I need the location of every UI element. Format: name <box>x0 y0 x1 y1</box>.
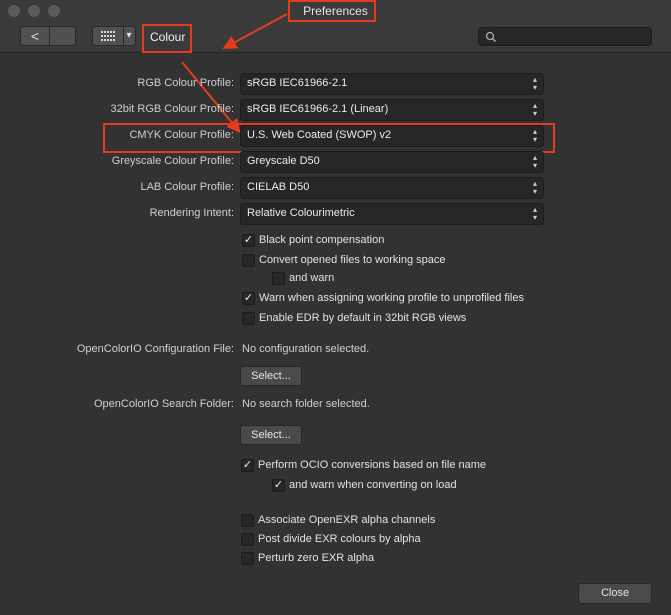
greyscale-profile-value: Greyscale D50 <box>247 155 320 167</box>
cmyk-profile-label: CMYK Colour Profile: <box>129 129 234 141</box>
chevron-updown-icon: ▴ ▾ <box>532 75 537 92</box>
lab-profile-value: CIELAB D50 <box>247 181 310 193</box>
rendering-intent-label: Rendering Intent: <box>149 207 234 219</box>
perturb-zero-exr-label: Perturb zero EXR alpha <box>258 552 375 564</box>
rendering-intent-value: Relative Colourimetric <box>247 207 355 219</box>
warn-unprofiled-checkbox[interactable]: ✓ <box>242 292 255 305</box>
post-divide-exr-checkbox[interactable] <box>241 533 254 546</box>
convert-files-checkbox[interactable] <box>242 254 255 267</box>
associate-exr-alpha-checkbox[interactable] <box>241 514 254 527</box>
black-point-checkbox[interactable]: ✓ <box>242 234 255 247</box>
rgb-profile-label: RGB Colour Profile: <box>137 77 234 89</box>
ocio-warn-label: and warn when converting on load <box>289 479 457 491</box>
ocio-warn-checkbox[interactable]: ✓ <box>272 479 285 492</box>
rendering-intent-select[interactable]: Relative Colourimetric ▴ ▾ <box>240 203 544 225</box>
chevron-updown-icon: ▴ ▾ <box>532 205 537 222</box>
perturb-zero-exr-checkbox[interactable] <box>241 552 254 565</box>
chevron-updown-icon: ▴ ▾ <box>532 127 537 144</box>
cmyk-profile-value: U.S. Web Coated (SWOP) v2 <box>247 129 392 141</box>
ocio-config-label: OpenColorIO Configuration File: <box>76 343 234 355</box>
post-divide-exr-label: Post divide EXR colours by alpha <box>258 533 421 545</box>
ocio-search-value: No search folder selected. <box>242 398 370 410</box>
black-point-label: Black point compensation <box>259 234 385 246</box>
ocio-config-select-button[interactable]: Select... <box>240 366 302 386</box>
chevron-updown-icon: ▴ ▾ <box>532 153 537 170</box>
enable-edr-checkbox[interactable] <box>242 312 255 325</box>
ocio-search-label: OpenColorIO Search Folder: <box>93 398 234 410</box>
enable-edr-label: Enable EDR by default in 32bit RGB views <box>259 312 467 324</box>
greyscale-profile-label: Greyscale Colour Profile: <box>111 155 234 167</box>
close-button[interactable]: Close <box>578 583 652 604</box>
cmyk-profile-select[interactable]: U.S. Web Coated (SWOP) v2 ▴ ▾ <box>240 125 544 147</box>
lab-profile-select[interactable]: CIELAB D50 ▴ ▾ <box>240 177 544 199</box>
associate-exr-alpha-label: Associate OpenEXR alpha channels <box>258 514 436 526</box>
warn-unprofiled-label: Warn when assigning working profile to u… <box>259 292 524 304</box>
ocio-config-value: No configuration selected. <box>242 343 370 355</box>
colour-preferences-panel: RGB Colour Profile: sRGB IEC61966-2.1 ▴ ▾… <box>0 53 671 615</box>
rgb32-profile-value: sRGB IEC61966-2.1 (Linear) <box>247 103 389 115</box>
convert-warn-label: and warn <box>289 272 335 284</box>
rgb-profile-value: sRGB IEC61966-2.1 <box>247 77 348 89</box>
lab-profile-label: LAB Colour Profile: <box>140 181 234 193</box>
ocio-conversions-label: Perform OCIO conversions based on file n… <box>258 459 487 471</box>
rgb32-profile-select[interactable]: sRGB IEC61966-2.1 (Linear) ▴ ▾ <box>240 99 544 121</box>
greyscale-profile-select[interactable]: Greyscale D50 ▴ ▾ <box>240 151 544 173</box>
chevron-updown-icon: ▴ ▾ <box>532 101 537 118</box>
convert-warn-checkbox[interactable] <box>272 272 285 285</box>
ocio-search-select-button[interactable]: Select... <box>240 425 302 445</box>
rgb32-profile-label: 32bit RGB Colour Profile: <box>110 103 235 115</box>
ocio-conversions-checkbox[interactable]: ✓ <box>241 459 254 472</box>
chevron-updown-icon: ▴ ▾ <box>532 179 537 196</box>
convert-files-label: Convert opened files to working space <box>259 254 446 266</box>
arrow-to-tab <box>222 13 288 49</box>
rgb-profile-select[interactable]: sRGB IEC61966-2.1 ▴ ▾ <box>240 73 544 95</box>
